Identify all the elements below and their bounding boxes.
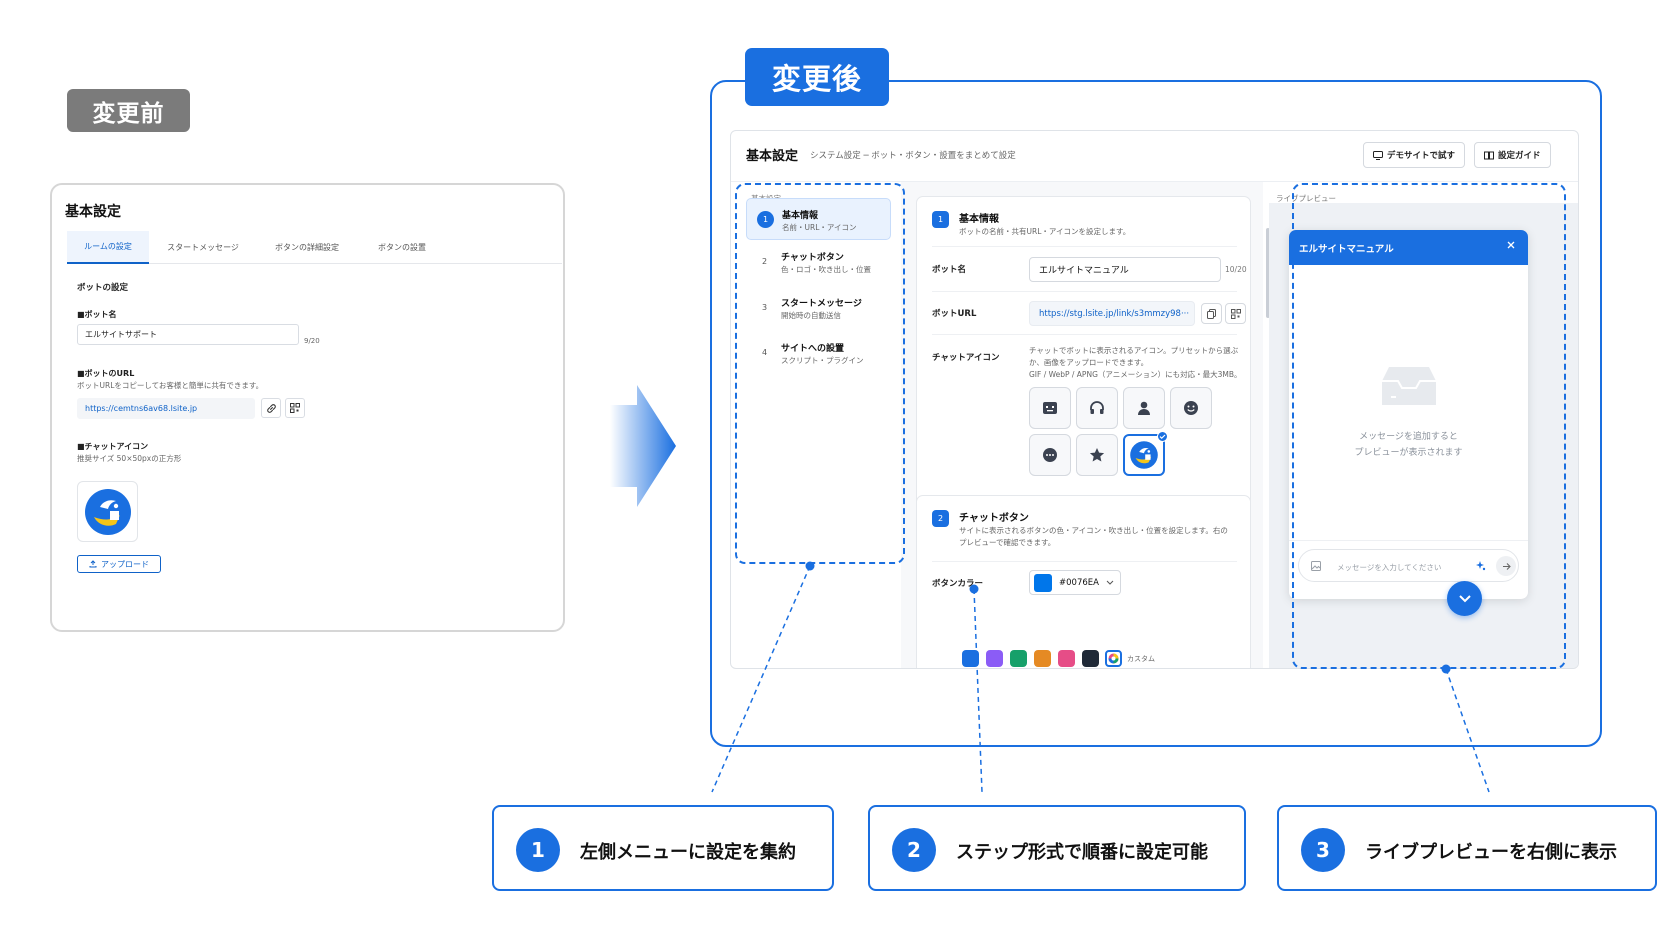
before-bot-name-count: 9/20 bbox=[304, 337, 320, 345]
brand-logo-icon bbox=[77, 481, 138, 542]
color-swatch-black[interactable] bbox=[1082, 650, 1099, 667]
bot-name-input[interactable]: エルサイトマニュアル bbox=[1029, 257, 1221, 282]
before-icon-label: ■チャットアイコン bbox=[77, 442, 149, 451]
checkmark-icon bbox=[1157, 431, 1168, 442]
color-swatch-pink[interactable] bbox=[1058, 650, 1075, 667]
color-swatch-orange[interactable] bbox=[1034, 650, 1051, 667]
before-upload-label: アップロード bbox=[101, 559, 149, 569]
chat-icon-desc: チャットでボットに表示されるアイコン。プリセットから選ぶ か、画像をアップロード… bbox=[1029, 345, 1249, 381]
divider bbox=[932, 561, 1237, 562]
highlight-live-preview bbox=[1292, 183, 1566, 669]
before-section-title: ボットの設定 bbox=[77, 283, 129, 293]
chat-icon-desc-line: か、画像をアップロードできます。 bbox=[1029, 358, 1149, 367]
book-icon bbox=[1484, 151, 1494, 160]
before-tab-button-install[interactable]: ボタンの設置 bbox=[361, 231, 443, 264]
qr-code-icon[interactable] bbox=[1225, 303, 1246, 324]
button-color-select[interactable]: #0076EA bbox=[1029, 570, 1121, 595]
upload-icon bbox=[89, 560, 97, 568]
callout-left-menu: 1 左側メニューに設定を集約 bbox=[492, 805, 834, 891]
chat-icon-desc-line: チャットでボットに表示されるアイコン。プリセットから選ぶ bbox=[1029, 346, 1239, 355]
demo-site-label: デモサイトで試す bbox=[1387, 151, 1456, 161]
headphones-icon[interactable] bbox=[1076, 387, 1118, 429]
before-tab-bar: ルームの設定 スタートメッセージ ボタンの詳細設定 ボタンの設置 bbox=[67, 231, 562, 264]
bot-name-label: ボット名 bbox=[932, 265, 967, 275]
callout-number: 2 bbox=[892, 828, 936, 872]
bot-name-count: 10/20 bbox=[1225, 265, 1247, 274]
person-icon[interactable] bbox=[1123, 387, 1165, 429]
page-title: 基本設定 bbox=[746, 149, 799, 164]
before-url-label: ■ボットのURL bbox=[77, 369, 135, 378]
before-badge: 変更前 bbox=[67, 89, 190, 132]
link-icon[interactable] bbox=[261, 398, 281, 418]
callout-text: ステップ形式で順番に設定可能 bbox=[956, 842, 1208, 863]
comparison-canvas: 変更前 基本設定 ルームの設定 スタートメッセージ ボタンの詳細設定 ボタンの設… bbox=[0, 0, 1672, 941]
chat-icon-label: チャットアイコン bbox=[932, 353, 1000, 363]
callout-number: 3 bbox=[1301, 828, 1345, 872]
brand-logo-icon[interactable] bbox=[1123, 431, 1168, 476]
callout-step-format: 2 ステップ形式で順番に設定可能 bbox=[868, 805, 1246, 891]
divider bbox=[932, 334, 1237, 335]
divider bbox=[932, 246, 1237, 247]
monitor-icon bbox=[1373, 150, 1383, 160]
callout-text: ライブプレビューを右側に表示 bbox=[1365, 842, 1617, 863]
custom-color-icon[interactable] bbox=[1105, 650, 1122, 667]
color-swatch-green[interactable] bbox=[1010, 650, 1027, 667]
transition-arrow-icon bbox=[610, 385, 676, 507]
star-icon[interactable] bbox=[1076, 434, 1118, 476]
color-swatch-blue[interactable] bbox=[962, 650, 979, 667]
bot-url-field[interactable]: https://stg.lsite.jp/link/s3mmzy98··· bbox=[1029, 301, 1195, 326]
section-desc-line: サイトに表示されるボタンの色・アイコン・吹き出し・位置を設定します。右の bbox=[959, 526, 1228, 535]
section-desc: サイトに表示されるボタンの色・アイコン・吹き出し・位置を設定します。右の プレビ… bbox=[959, 525, 1239, 549]
section-desc-line: プレビューで確認できます。 bbox=[959, 538, 1056, 547]
qr-code-icon[interactable] bbox=[285, 398, 305, 418]
section-number: 1 bbox=[932, 211, 949, 228]
color-preview-swatch bbox=[1034, 573, 1052, 592]
section-number: 2 bbox=[932, 510, 949, 527]
divider bbox=[932, 291, 1237, 292]
callout-number: 1 bbox=[516, 828, 560, 872]
section-basic-info: 1 基本情報 ボットの名前・共有URL・アイコンを設定します。 ボット名 エルサ… bbox=[916, 196, 1251, 541]
before-page-title: 基本設定 bbox=[65, 204, 121, 220]
before-tab-start-message[interactable]: スタートメッセージ bbox=[153, 231, 253, 264]
callout-text: 左側メニューに設定を集約 bbox=[580, 842, 796, 863]
before-url-field[interactable]: https://cemtns6av68.lsite.jp bbox=[77, 398, 255, 419]
demo-site-button[interactable]: デモサイトで試す bbox=[1363, 142, 1466, 168]
section-chat-button: 2 チャットボタン サイトに表示されるボタンの色・アイコン・吹き出し・位置を設定… bbox=[916, 495, 1251, 668]
robot-icon[interactable] bbox=[1029, 387, 1071, 429]
page-subtitle: システム設定 ─ ボット・ボタン・設置をまとめて設定 bbox=[810, 151, 1016, 161]
button-color-value: #0076EA bbox=[1059, 577, 1099, 588]
setup-guide-button[interactable]: 設定ガイド bbox=[1474, 142, 1551, 168]
bot-url-label: ボットURL bbox=[932, 309, 977, 319]
smile-icon[interactable] bbox=[1170, 387, 1212, 429]
chat-bubble-icon[interactable] bbox=[1029, 434, 1071, 476]
copy-icon[interactable] bbox=[1201, 303, 1222, 324]
section-title: 基本情報 bbox=[959, 214, 999, 225]
before-upload-button[interactable]: アップロード bbox=[77, 555, 161, 573]
chat-icon-desc-line: GIF / WebP / APNG（アニメーション）にも対応・最大3MB。 bbox=[1029, 370, 1242, 379]
chevron-down-icon bbox=[1106, 580, 1114, 585]
setup-guide-label: 設定ガイド bbox=[1498, 151, 1541, 161]
before-bot-name-input[interactable]: エルサイトサポート bbox=[77, 324, 299, 345]
before-icon-desc: 推奨サイズ 50×50pxの正方形 bbox=[77, 454, 182, 463]
custom-color-label: カスタム bbox=[1127, 655, 1155, 663]
section-desc: ボットの名前・共有URL・アイコンを設定します。 bbox=[959, 227, 1131, 236]
before-tab-button-detail[interactable]: ボタンの詳細設定 bbox=[257, 231, 357, 264]
highlight-left-menu bbox=[735, 183, 905, 564]
callout-live-preview: 3 ライブプレビューを右側に表示 bbox=[1277, 805, 1657, 891]
after-badge: 変更後 bbox=[745, 48, 889, 106]
button-color-label: ボタンカラー bbox=[932, 579, 984, 589]
before-url-desc: ボットURLをコピーしてお客様と簡単に共有できます。 bbox=[77, 381, 264, 390]
before-settings-card: 基本設定 ルームの設定 スタートメッセージ ボタンの詳細設定 ボタンの設置 ボッ… bbox=[50, 183, 565, 632]
section-title: チャットボタン bbox=[959, 513, 1029, 524]
color-swatch-purple[interactable] bbox=[986, 650, 1003, 667]
before-tab-room[interactable]: ルームの設定 bbox=[67, 231, 149, 264]
before-bot-name-label: ■ボット名 bbox=[77, 310, 117, 319]
